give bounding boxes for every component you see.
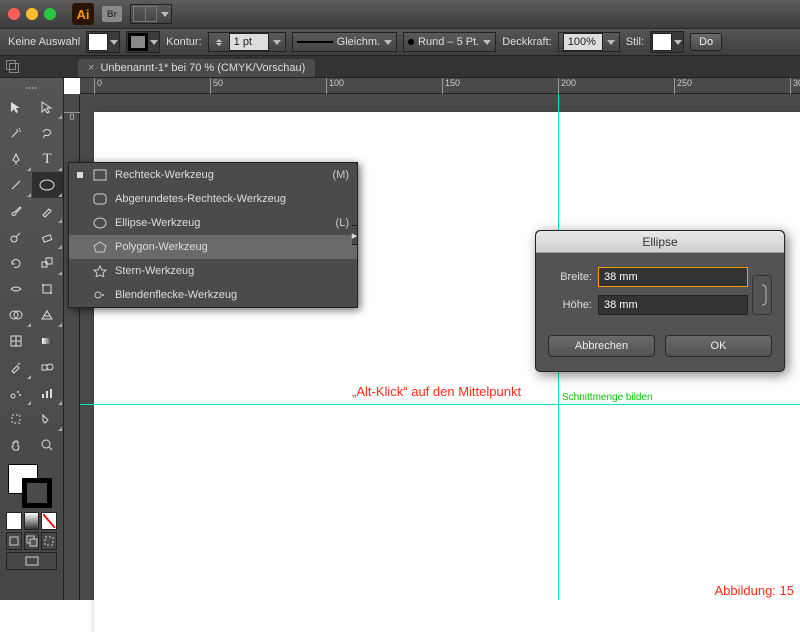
stroke-label: Kontur:	[166, 36, 201, 48]
eraser-tool[interactable]	[32, 224, 64, 250]
rounded-rectangle-icon	[93, 192, 107, 206]
none-mode[interactable]	[41, 512, 57, 530]
paintbrush-tool[interactable]	[0, 198, 32, 224]
zoom-tool[interactable]	[32, 432, 64, 458]
flyout-star[interactable]: Stern-Werkzeug	[69, 259, 357, 283]
height-label: Höhe:	[548, 299, 592, 311]
screen-mode[interactable]	[6, 552, 57, 570]
direct-selection-tool[interactable]	[32, 94, 64, 120]
star-icon	[93, 264, 107, 278]
traffic-lights	[8, 8, 56, 20]
flare-icon	[93, 288, 107, 302]
flyout-ellipse[interactable]: Ellipse-Werkzeug (L)	[69, 211, 357, 235]
guide-horizontal[interactable]	[80, 404, 800, 405]
line-tool[interactable]	[0, 172, 32, 198]
width-field[interactable]	[598, 267, 748, 287]
fill-stroke-control[interactable]	[6, 462, 57, 508]
ok-button[interactable]: OK	[665, 335, 772, 357]
type-tool[interactable]: T	[32, 146, 64, 172]
link-dimensions-icon[interactable]	[752, 275, 772, 315]
shape-tool[interactable]	[32, 172, 64, 198]
close-tab-icon[interactable]: ×	[88, 62, 94, 74]
stroke-swatch[interactable]	[126, 31, 160, 53]
slice-tool[interactable]	[32, 406, 64, 432]
panel-grip[interactable]	[0, 84, 63, 92]
fill-swatch[interactable]	[86, 31, 120, 53]
blend-tool[interactable]	[32, 354, 64, 380]
document-setup-button[interactable]: Do	[690, 33, 722, 51]
layout-icon	[133, 6, 157, 22]
annotation-intersect: Schnittmenge bilden	[562, 392, 653, 403]
width-label: Breite:	[548, 271, 592, 283]
control-bar: Keine Auswahl Kontur: 1 pt Gleichm. Rund…	[0, 28, 800, 56]
free-transform-tool[interactable]	[32, 276, 64, 302]
rotate-tool[interactable]	[0, 250, 32, 276]
pen-tool[interactable]	[0, 146, 32, 172]
arrange-documents-icon[interactable]	[6, 60, 20, 74]
annotation-alt-click: „Alt-Klick“ auf den Mittelpunkt	[352, 384, 521, 399]
layout-switcher[interactable]	[130, 4, 172, 24]
close-icon[interactable]	[8, 8, 20, 20]
draw-normal[interactable]	[6, 532, 22, 550]
column-graph-tool[interactable]	[32, 380, 64, 406]
stroke-box[interactable]	[22, 478, 52, 508]
magic-wand-tool[interactable]	[0, 120, 32, 146]
draw-behind[interactable]	[24, 532, 40, 550]
color-mode[interactable]	[6, 512, 22, 530]
width-tool[interactable]	[0, 276, 32, 302]
bridge-icon[interactable]: Br	[102, 6, 122, 22]
ellipse-dialog: Ellipse Breite: Höhe: Abbrechen OK	[535, 230, 785, 372]
dash-profile[interactable]: Gleichm.	[292, 32, 397, 52]
flyout-polygon[interactable]: Polygon-Werkzeug	[69, 235, 357, 259]
ellipse-icon	[93, 216, 107, 230]
shape-tool-flyout: Rechteck-Werkzeug (M) Abgerundetes-Recht…	[68, 162, 358, 308]
eyedropper-tool[interactable]	[0, 354, 32, 380]
draw-inside[interactable]	[41, 532, 57, 550]
dialog-title[interactable]: Ellipse	[536, 231, 784, 253]
ruler-horizontal[interactable]: 0 50 100 150 200 250 300	[80, 78, 800, 94]
chevron-down-icon	[161, 12, 169, 17]
style-label: Stil:	[626, 36, 644, 48]
flyout-flare[interactable]: Blendenflecke-Werkzeug	[69, 283, 357, 307]
opacity-label: Deckkraft:	[502, 36, 552, 48]
selection-label: Keine Auswahl	[8, 36, 80, 48]
selection-tool[interactable]	[0, 94, 32, 120]
height-field[interactable]	[598, 295, 748, 315]
zoom-icon[interactable]	[44, 8, 56, 20]
shape-builder-tool[interactable]	[0, 302, 32, 328]
document-tabbar: × Unbenannt-1* bei 70 % (CMYK/Vorschau)	[0, 56, 800, 78]
lasso-tool[interactable]	[32, 120, 64, 146]
artboard-tool[interactable]	[0, 406, 32, 432]
brush-definition[interactable]: Rund – 5 Pt.	[403, 32, 496, 52]
pencil-tool[interactable]	[32, 198, 64, 224]
cancel-button[interactable]: Abbrechen	[548, 335, 655, 357]
hand-tool[interactable]	[0, 432, 32, 458]
stroke-weight[interactable]: 1 pt	[208, 32, 286, 52]
gradient-mode[interactable]	[24, 512, 40, 530]
polygon-icon	[93, 240, 107, 254]
rectangle-icon	[93, 168, 107, 182]
gradient-tool[interactable]	[32, 328, 64, 354]
mesh-tool[interactable]	[0, 328, 32, 354]
document-tab[interactable]: × Unbenannt-1* bei 70 % (CMYK/Vorschau)	[78, 59, 315, 77]
app-icon: Ai	[72, 3, 94, 25]
graphic-style[interactable]	[650, 31, 684, 53]
toolbox: T	[0, 78, 64, 600]
selected-indicator	[77, 172, 83, 178]
flyout-rounded-rectangle[interactable]: Abgerundetes-Rechteck-Werkzeug	[69, 187, 357, 211]
flyout-rectangle[interactable]: Rechteck-Werkzeug (M)	[69, 163, 357, 187]
tab-title: Unbenannt-1* bei 70 % (CMYK/Vorschau)	[100, 62, 305, 74]
figure-caption: Abbildung: 15	[714, 583, 794, 598]
window-titlebar: Ai Br	[0, 0, 800, 28]
perspective-grid-tool[interactable]	[32, 302, 64, 328]
blob-brush-tool[interactable]	[0, 224, 32, 250]
symbol-sprayer-tool[interactable]	[0, 380, 32, 406]
scale-tool[interactable]	[32, 250, 64, 276]
opacity-field[interactable]: 100%	[558, 32, 620, 52]
tearoff-arrow-icon[interactable]: ▸	[352, 225, 358, 245]
minimize-icon[interactable]	[26, 8, 38, 20]
